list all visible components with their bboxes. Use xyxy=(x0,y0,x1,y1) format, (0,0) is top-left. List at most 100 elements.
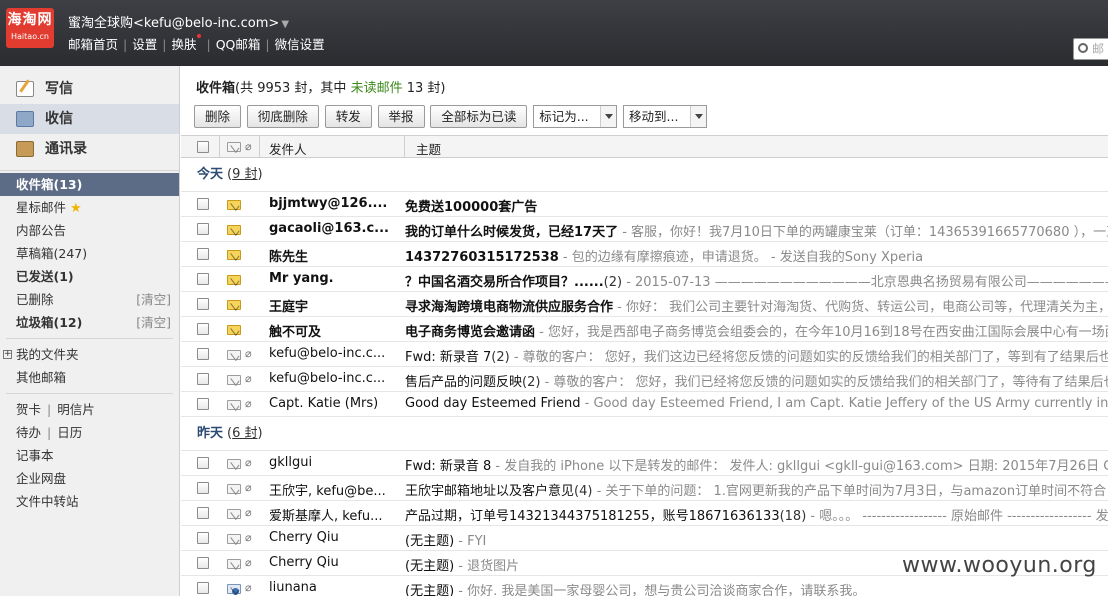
attachment-icon: ⌀ xyxy=(245,531,252,544)
row-subject: 电子商务博览会邀请函 - 您好，我是西部电子商务博览会组委会的，在今年10月16… xyxy=(405,321,1108,340)
tools-row-cards: 贺卡 | 明信片 xyxy=(16,402,95,417)
subject-text: (无主题) xyxy=(405,584,455,596)
column-sender[interactable]: 发件人 xyxy=(269,139,307,158)
tool-todo[interactable]: 待办 xyxy=(16,425,41,440)
chevron-down-icon[interactable]: ▼ xyxy=(281,19,289,30)
row-checkbox[interactable] xyxy=(197,482,209,494)
group-count[interactable]: (6 封) xyxy=(227,426,263,441)
row-checkbox[interactable] xyxy=(197,223,209,235)
folder-my-folders[interactable]: + 我的文件夹 xyxy=(0,343,179,366)
table-row[interactable]: ⌀ Cherry Qiu (无主题) - FYI xyxy=(181,526,1108,551)
folder-sent[interactable]: 已发送(1) xyxy=(0,265,179,288)
row-checkbox[interactable] xyxy=(197,373,209,385)
row-checkbox[interactable] xyxy=(197,248,209,260)
tool-file-transfer[interactable]: 文件中转站 xyxy=(0,490,179,513)
row-checkbox[interactable] xyxy=(197,457,209,469)
sidebar-main-actions: 写信 收信 通讯录 xyxy=(0,66,179,171)
mark-all-read-button[interactable]: 全部标为已读 xyxy=(430,105,528,128)
folder-spam[interactable]: 垃圾箱(12) [清空] xyxy=(0,311,179,334)
row-snippet: - FYI xyxy=(454,534,487,549)
logo-text: 海淘网 xyxy=(7,12,53,28)
clear-deleted-link[interactable]: [清空] xyxy=(136,288,171,311)
table-row[interactable]: bjjmtwy@126.... 免费送100000套广告 xyxy=(181,192,1108,217)
subject-text: Fwd: 新录音 8 xyxy=(405,459,492,474)
nav-settings[interactable]: 设置 xyxy=(132,37,157,52)
table-header: ⌀ 发件人 主题 xyxy=(181,135,1108,158)
expand-plus-icon[interactable]: + xyxy=(3,350,12,359)
attachment-icon: ⌀ xyxy=(245,397,252,410)
table-row[interactable]: 触不可及 电子商务博览会邀请函 - 您好，我是西部电子商务博览会组委会的，在今年1… xyxy=(181,317,1108,342)
tool-enterprise-disk[interactable]: 企业网盘 xyxy=(0,467,179,490)
sidebar-item-compose[interactable]: 写信 xyxy=(0,74,179,104)
nav-wechat-settings[interactable]: 微信设置 xyxy=(275,37,325,52)
row-sender: kefu@belo-inc.c... xyxy=(269,346,386,361)
nav-qq-mail[interactable]: QQ邮箱 xyxy=(216,37,261,52)
nav-skin[interactable]: 换肤 xyxy=(171,37,196,52)
group-header: 今天 (9 封) xyxy=(181,158,1108,192)
table-row[interactable]: 陈先生 14372760315172538 - 包的边缘有摩擦痕迹，申请退货。 -… xyxy=(181,242,1108,267)
replied-envelope-icon xyxy=(227,584,241,595)
row-checkbox[interactable] xyxy=(197,557,209,569)
row-checkbox[interactable] xyxy=(197,398,209,410)
delete-button[interactable]: 删除 xyxy=(194,105,242,128)
row-checkbox[interactable] xyxy=(197,532,209,544)
logo[interactable]: 海淘网 Haitao.cn xyxy=(6,8,54,48)
row-checkbox[interactable] xyxy=(197,582,209,594)
row-checkbox[interactable] xyxy=(197,323,209,335)
tool-postcard[interactable]: 明信片 xyxy=(57,402,95,417)
subject-text: 电子商务博览会邀请函 xyxy=(405,325,536,340)
subject-text: 产品过期，订单号14321344375181255，账号18671636133 xyxy=(405,509,780,524)
unread-link[interactable]: 未读邮件 xyxy=(351,81,403,96)
nav-mail-home[interactable]: 邮箱首页 xyxy=(68,37,118,52)
table-row[interactable]: ⌀ Capt. Katie (Mrs) Good day Esteemed Frie… xyxy=(181,392,1108,417)
group-label: 昨天 xyxy=(197,426,224,441)
report-button[interactable]: 举报 xyxy=(377,105,425,128)
tool-notepad[interactable]: 记事本 xyxy=(0,444,179,467)
table-row[interactable]: 王庭宇 寻求海淘跨境电商物流供应服务合作 - 你好： 我们公司主要针对海淘货、代购… xyxy=(181,292,1108,317)
tool-calendar[interactable]: 日历 xyxy=(57,425,82,440)
sidebar-item-contacts[interactable]: 通讯录 xyxy=(0,134,179,164)
logo-subtext: Haitao.cn xyxy=(11,32,49,41)
folder-deleted[interactable]: 已删除 [清空] xyxy=(0,288,179,311)
compose-icon xyxy=(16,81,34,97)
group-count[interactable]: (9 封) xyxy=(227,167,263,182)
table-row[interactable]: ⌀ kefu@belo-inc.c... 售后产品的问题反映(2) - 尊敬的客户：… xyxy=(181,367,1108,392)
table-row[interactable]: gacaoli@163.c... 我的订单什么时候发货，已经17天了 - 客服，你… xyxy=(181,217,1108,242)
row-snippet: - 嗯。。。 ------------------ 原始邮件 ---------… xyxy=(806,509,1108,524)
table-row[interactable]: ⌀ kefu@belo-inc.c... Fwd: 新录音 7(2) - 尊敬的客户… xyxy=(181,342,1108,367)
search-input[interactable]: 邮 xyxy=(1073,38,1108,60)
folder-announcements[interactable]: 内部公告 xyxy=(0,219,179,242)
row-checkbox[interactable] xyxy=(197,298,209,310)
row-checkbox[interactable] xyxy=(197,348,209,360)
permanent-delete-button[interactable]: 彻底删除 xyxy=(246,105,319,128)
attachment-icon: ⌀ xyxy=(245,140,252,153)
row-sender: kefu@belo-inc.c... xyxy=(269,371,386,386)
column-subject[interactable]: 主题 xyxy=(416,139,441,158)
table-row[interactable]: ⌀ 爱斯基摩人, kefu... 产品过期，订单号14321344375181255… xyxy=(181,501,1108,526)
row-checkbox[interactable] xyxy=(197,198,209,210)
table-row[interactable]: ⌀ liunana (无主题) - 你好. 我是美国一家母婴公司，想与贵公司洽谈商家… xyxy=(181,576,1108,596)
table-row[interactable]: Mr yang. ？中国名酒交易所合作项目？......(2) - 2015-07… xyxy=(181,267,1108,292)
table-row[interactable]: ⌀ 王欣宇, kefu@be... 王欣宇邮箱地址以及客户意见(4) - 关于下单的… xyxy=(181,476,1108,501)
folder-inbox[interactable]: 收件箱(13) xyxy=(0,173,179,196)
account-menu[interactable]: 蜜淘全球购<kefu@belo-inc.com> ▼ xyxy=(68,12,289,31)
folder-other-mail[interactable]: 其他邮箱 xyxy=(0,366,179,389)
row-snippet: - 发自我的 iPhone 以下是转发的邮件： 发件人: gkllgui <gk… xyxy=(491,459,1108,474)
thread-count: (2) xyxy=(603,275,623,290)
tool-greeting-card[interactable]: 贺卡 xyxy=(16,402,41,417)
forward-button[interactable]: 转发 xyxy=(324,105,372,128)
row-checkbox[interactable] xyxy=(197,507,209,519)
subject-text: Good day Esteemed Friend xyxy=(405,396,581,411)
mark-as-select[interactable]: 标记为... xyxy=(533,105,618,128)
toolbar: 删除 彻底删除 转发 举报 全部标为已读 标记为... 移动到... xyxy=(194,105,709,129)
table-row[interactable]: ⌀ gkllgui Fwd: 新录音 8 - 发自我的 iPhone 以下是转发的邮… xyxy=(181,451,1108,476)
select-all-checkbox[interactable] xyxy=(197,141,209,153)
clear-spam-link[interactable]: [清空] xyxy=(136,311,171,334)
folder-starred[interactable]: 星标邮件 ★ xyxy=(0,196,179,219)
attachment-icon: ⌀ xyxy=(245,347,252,360)
folder-drafts[interactable]: 草稿箱(247) xyxy=(0,242,179,265)
move-to-select[interactable]: 移动到... xyxy=(623,105,708,128)
read-envelope-icon xyxy=(227,350,241,360)
row-checkbox[interactable] xyxy=(197,273,209,285)
sidebar-item-receive[interactable]: 收信 xyxy=(0,104,179,134)
